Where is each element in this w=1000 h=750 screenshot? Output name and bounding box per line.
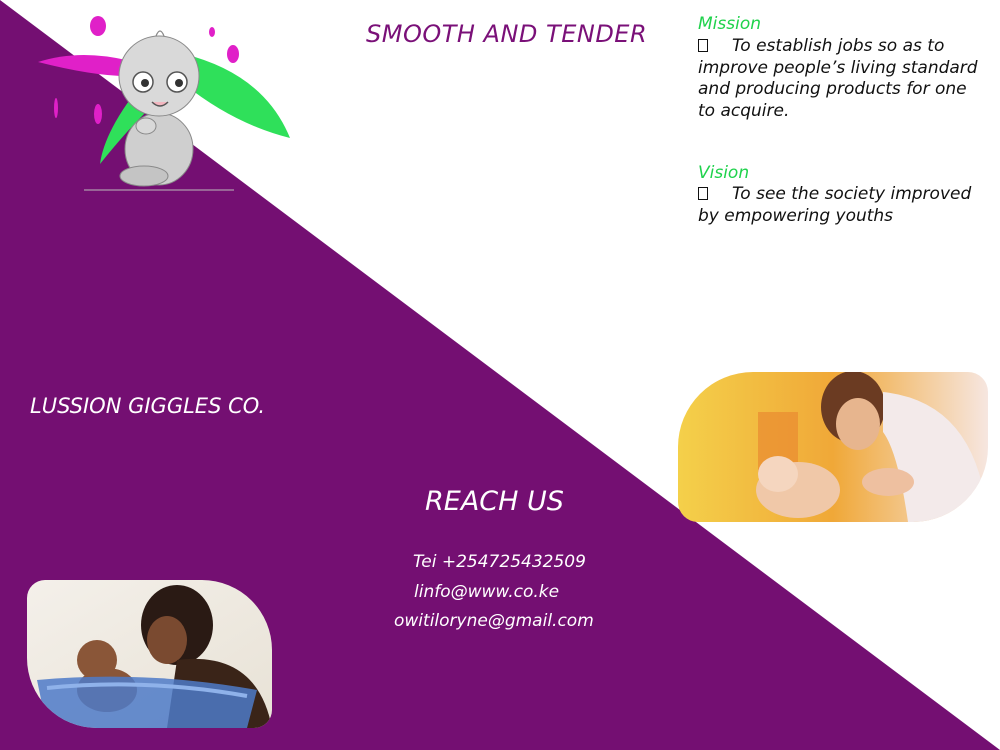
reach-us-title: REACH US xyxy=(425,486,564,517)
contact-phone: Tei +254725432509 xyxy=(413,552,586,572)
vision-text: To see the society improved by empowerin… xyxy=(698,184,988,227)
bullet-box-icon xyxy=(698,187,708,200)
mother-bathing-baby-photo xyxy=(678,372,988,522)
tagline: SMOOTH AND TENDER xyxy=(366,20,648,48)
mission-statement: To establish jobs so as to improve peopl… xyxy=(698,36,978,121)
vision-heading: Vision xyxy=(698,163,750,183)
bullet-box-icon xyxy=(698,39,708,52)
contact-email-info: linfo@www.co.ke xyxy=(414,582,560,602)
mission-text: To establish jobs so as to improve peopl… xyxy=(698,36,988,122)
mission-heading: Mission xyxy=(698,14,762,34)
company-name: LUSSION GIGGLES CO. xyxy=(30,394,266,418)
woman-bathing-baby-in-tub-photo xyxy=(27,580,272,728)
contact-email-gmail: owitiloryne@gmail.com xyxy=(394,611,594,631)
vision-statement: To see the society improved by empowerin… xyxy=(698,184,972,226)
cartoon-baby-logo xyxy=(38,16,290,191)
